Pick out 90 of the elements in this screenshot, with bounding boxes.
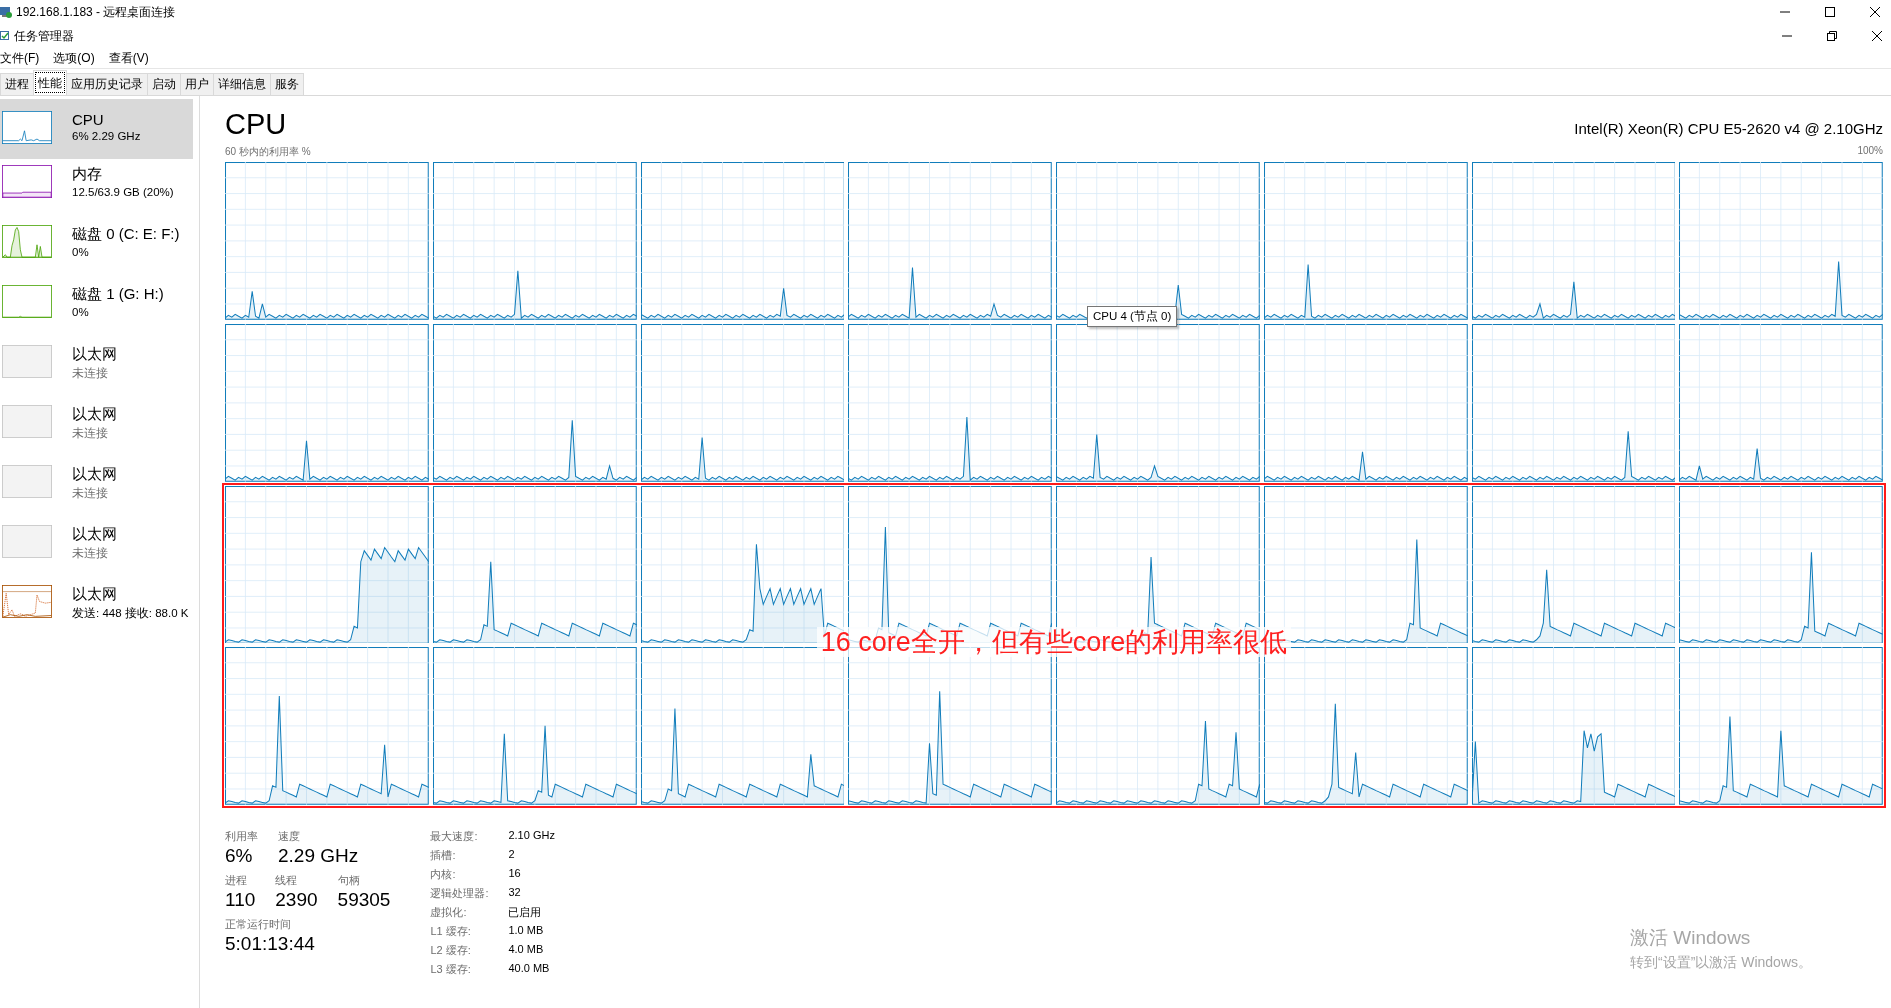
disk-thumbnail-graph: [2, 285, 52, 318]
network-thumbnail-graph: [2, 405, 52, 438]
tab[interactable]: 进程: [0, 73, 34, 95]
tooltip: CPU 4 (节点 0): [1087, 306, 1178, 327]
network-thumbnail-graph: [2, 345, 52, 378]
tab[interactable]: 服务: [270, 73, 304, 95]
sidebar-item[interactable]: 以太网 未连接: [0, 399, 193, 453]
stat-label: 句柄: [337, 873, 361, 888]
detail-label: L3 缓存:: [430, 962, 472, 977]
graph-max-label: 100%: [1857, 145, 1883, 158]
stat-value: 5:01:13:44: [225, 933, 315, 955]
stat-label: 速度: [278, 829, 301, 844]
tab[interactable]: 详细信息: [213, 73, 271, 95]
menu-item[interactable]: 查看(V): [108, 49, 149, 67]
memory-thumbnail-graph: [2, 165, 52, 198]
resource-status: 0%: [72, 306, 90, 318]
stat-value: 2.29 GHz: [278, 845, 359, 867]
activation-title: 激活 Windows: [1630, 926, 1752, 950]
app-title: 任务管理器: [14, 27, 74, 45]
cpu-thumbnail-graph: [2, 111, 52, 144]
activation-text: 转到“设置”以激活 Windows。: [1630, 954, 1812, 972]
stat-label: 线程: [275, 873, 299, 888]
detail-value: 4.0 MB: [508, 943, 545, 957]
tab[interactable]: 用户: [180, 73, 214, 95]
resource-name: 磁盘 1 (G: H:): [72, 285, 164, 304]
detail-label: 插槽:: [430, 848, 457, 863]
detail-value: 2: [508, 848, 516, 862]
graph-caption: 60 秒内的利用率 %: [225, 145, 311, 159]
resource-status: 发送: 448 接收: 88.0 K: [72, 606, 189, 621]
resource-name: 磁盘 0 (C: E: F:): [72, 225, 180, 244]
tab[interactable]: 性能: [33, 70, 67, 95]
remote-desktop-icon: [0, 5, 12, 19]
tab[interactable]: 应用历史记录: [66, 73, 148, 95]
resource-name: 以太网: [72, 405, 117, 424]
cpu-model: Intel(R) Xeon(R) CPU E5-2620 v4 @ 2.10GHz: [1574, 120, 1883, 137]
tab[interactable]: 启动: [147, 73, 181, 95]
sidebar-item[interactable]: 以太网 未连接: [0, 519, 193, 573]
restore-icon[interactable]: [1826, 30, 1838, 42]
sidebar-item[interactable]: 磁盘 0 (C: E: F:) 0%: [0, 219, 193, 273]
resource-status: 未连接: [72, 486, 109, 501]
detail-value: 32: [508, 886, 522, 900]
close-icon[interactable]: [1869, 6, 1881, 18]
detail-value: 已启用: [508, 905, 543, 920]
resource-name: 以太网: [72, 585, 118, 604]
resource-name: 以太网: [72, 465, 117, 484]
resource-name: CPU: [72, 111, 105, 128]
resource-status: 未连接: [72, 426, 109, 441]
sidebar-item[interactable]: 以太网 未连接: [0, 459, 193, 513]
stat-value: 110: [225, 889, 256, 911]
detail-label: 内核:: [430, 867, 457, 882]
maximize-icon[interactable]: [1824, 6, 1836, 18]
resource-status: 未连接: [72, 366, 109, 381]
sidebar-item[interactable]: 内存 12.5/63.9 GB (20%): [0, 159, 193, 213]
sidebar-item[interactable]: CPU 6% 2.29 GHz: [0, 99, 193, 159]
annotation-text: 16 core全开，但有些core的利用率很低: [816, 627, 1292, 657]
close-icon[interactable]: [1871, 30, 1883, 42]
resource-status: 未连接: [72, 546, 109, 561]
stat-value: 59305: [337, 889, 391, 911]
network-thumbnail-graph: [2, 465, 52, 498]
detail-label: 虚拟化:: [430, 905, 468, 920]
menu-item[interactable]: 选项(O): [53, 49, 95, 67]
detail-value: 16: [508, 867, 522, 881]
detail-label: L1 缓存:: [430, 924, 472, 939]
resource-name: 内存: [72, 165, 103, 184]
resource-name: 以太网: [72, 525, 117, 544]
detail-value: 40.0 MB: [508, 962, 551, 976]
detail-label: 逻辑处理器:: [430, 886, 490, 901]
sidebar-item[interactable]: 磁盘 1 (G: H:) 0%: [0, 279, 193, 333]
network-thumbnail-graph: [2, 525, 52, 558]
menu-item[interactable]: 文件(F): [0, 49, 40, 67]
network-thumbnail-graph: [2, 585, 52, 618]
panel-title: CPU: [225, 108, 287, 141]
detail-label: 最大速度:: [430, 829, 479, 844]
stat-value: 6%: [225, 845, 254, 867]
detail-value: 2.10 GHz: [508, 829, 555, 843]
detail-label: L2 缓存:: [430, 943, 472, 958]
resource-status: 6% 2.29 GHz: [72, 130, 141, 142]
task-manager-icon: [0, 30, 10, 42]
stat-value: 2390: [275, 889, 318, 911]
detail-value: 1.0 MB: [508, 924, 545, 938]
sidebar-item[interactable]: 以太网 发送: 448 接收: 88.0 K: [0, 579, 193, 633]
resource-name: 以太网: [72, 345, 117, 364]
stat-label: 进程: [225, 873, 248, 888]
resource-status: 12.5/63.9 GB (20%): [72, 186, 174, 198]
stat-label: 利用率: [225, 829, 258, 844]
sidebar-item[interactable]: 以太网 未连接: [0, 339, 193, 393]
stat-label: 正常运行时间: [225, 917, 292, 932]
window-title: 192.168.1.183 - 远程桌面连接: [16, 3, 176, 21]
disk-thumbnail-graph: [2, 225, 52, 258]
resource-status: 0%: [72, 246, 90, 258]
